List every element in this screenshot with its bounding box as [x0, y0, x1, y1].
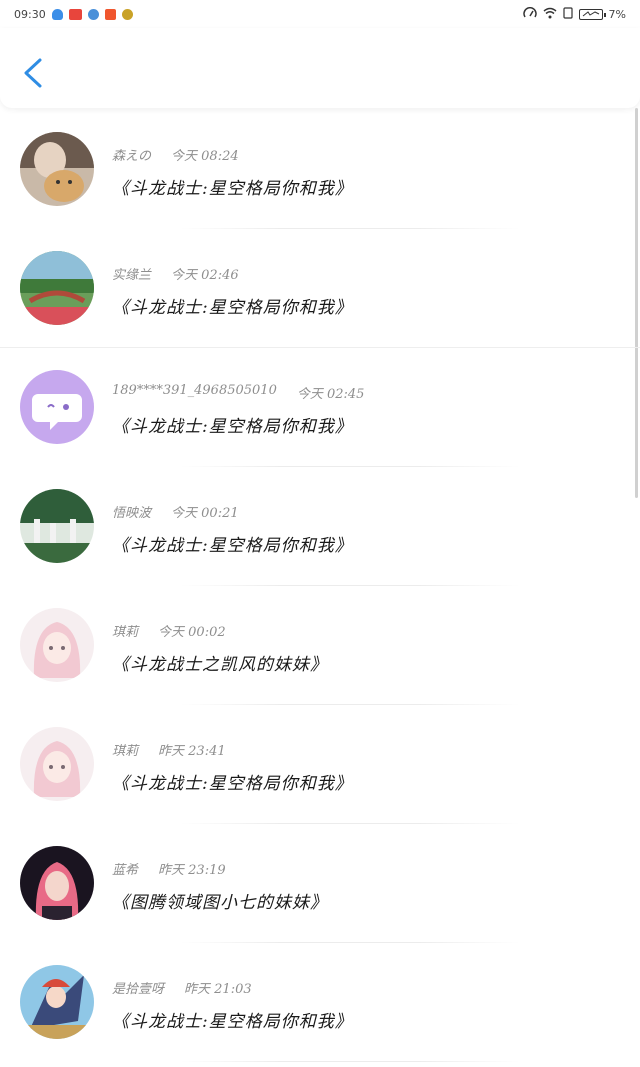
timestamp: 今天 08:24	[171, 149, 239, 164]
username: 是拾壹呀	[112, 982, 165, 997]
divider	[180, 942, 520, 943]
item-title: 《斗龙战士:星空格局你和我》	[112, 536, 353, 556]
red-app-icon	[68, 8, 82, 20]
timestamp: 昨天 23:19	[158, 863, 226, 878]
item-meta: 琪莉 昨天 23:41	[112, 740, 226, 759]
speedometer-icon	[522, 6, 537, 22]
avatar[interactable]	[20, 846, 94, 920]
top-bar	[0, 28, 640, 108]
divider	[0, 347, 640, 348]
status-right: 7%	[522, 6, 626, 22]
timestamp: 今天 02:46	[171, 268, 239, 283]
timestamp: 昨天 23:41	[158, 744, 226, 759]
avatar[interactable]	[20, 965, 94, 1039]
list-item[interactable]: 琪莉 昨天 23:41 《斗龙战士:星空格局你和我》	[0, 707, 640, 826]
item-title: 《斗龙战士:星空格局你和我》	[112, 1012, 353, 1032]
list-item[interactable]: 悟映波 今天 00:21 《斗龙战士:星空格局你和我》	[0, 469, 640, 588]
divider	[180, 1061, 520, 1062]
item-title: 《斗龙战士:星空格局你和我》	[112, 298, 353, 318]
item-title: 《斗龙战士:星空格局你和我》	[112, 417, 353, 437]
item-meta: 蓝希 昨天 23:19	[112, 859, 226, 878]
timestamp: 昨天 21:03	[184, 982, 252, 997]
list-item[interactable]: 189****391_4968505010 今天 02:45 《斗龙战士:星空格…	[0, 350, 640, 469]
username: 琪莉	[112, 744, 139, 759]
divider	[180, 466, 520, 467]
avatar[interactable]	[20, 727, 94, 801]
username: 蓝希	[112, 863, 139, 878]
battery-icon	[578, 8, 606, 20]
list-item[interactable]: 森えの 今天 08:24 《斗龙战士:星空格局你和我》	[0, 112, 640, 231]
chevron-left-icon	[24, 58, 42, 88]
battery-level: 7%	[608, 7, 626, 21]
shield-app-icon	[51, 8, 63, 20]
gold-app-icon	[121, 8, 133, 20]
username: 琪莉	[112, 625, 139, 640]
wifi-icon	[543, 7, 557, 22]
item-title: 《斗龙战士:星空格局你和我》	[112, 774, 353, 794]
timestamp: 今天 00:02	[158, 625, 226, 640]
avatar[interactable]	[20, 489, 94, 563]
timestamp: 今天 00:21	[171, 506, 239, 521]
username: 189****391_4968505010	[112, 383, 277, 398]
username: 实缘兰	[112, 268, 152, 283]
list-item[interactable]: 蓝希 昨天 23:19 《图腾领域图小七的妹妹》	[0, 826, 640, 945]
divider	[180, 585, 520, 586]
item-meta: 是拾壹呀 昨天 21:03	[112, 978, 252, 997]
timestamp: 今天 02:45	[296, 387, 365, 402]
orange-app-icon	[104, 8, 116, 20]
divider	[180, 704, 520, 705]
clock: 09:30	[14, 7, 46, 21]
username: 森えの	[112, 149, 152, 164]
divider	[180, 823, 520, 824]
item-title: 《图腾领域图小七的妹妹》	[112, 893, 328, 913]
list-item[interactable]: 琪莉 今天 00:02 《斗龙战士之凯风的妹妹》	[0, 588, 640, 707]
item-meta: 189****391_4968505010 今天 02:45	[112, 383, 364, 402]
avatar[interactable]	[20, 132, 94, 206]
item-title: 《斗龙战士之凯风的妹妹》	[112, 655, 328, 675]
list-item[interactable]: 是拾壹呀 昨天 21:03 《斗龙战士:星空格局你和我》	[0, 945, 640, 1064]
item-meta: 琪莉 今天 00:02	[112, 621, 226, 640]
avatar[interactable]	[20, 370, 94, 444]
divider	[180, 228, 520, 229]
browser-app-icon	[87, 8, 99, 20]
status-bar: 09:30 7%	[0, 0, 640, 28]
avatar[interactable]	[20, 251, 94, 325]
item-meta: 实缘兰 今天 02:46	[112, 264, 239, 283]
nfc-icon	[562, 6, 573, 22]
status-left: 09:30	[14, 8, 133, 21]
item-meta: 悟映波 今天 00:21	[112, 502, 239, 521]
item-meta: 森えの 今天 08:24	[112, 145, 239, 164]
list-item[interactable]: 实缘兰 今天 02:46 《斗龙战士:星空格局你和我》	[0, 231, 640, 350]
back-button[interactable]	[18, 56, 52, 90]
item-title: 《斗龙战士:星空格局你和我》	[112, 179, 353, 199]
username: 悟映波	[112, 506, 152, 521]
avatar[interactable]	[20, 608, 94, 682]
message-list: 森えの 今天 08:24 《斗龙战士:星空格局你和我》 实缘兰 今天 02:46…	[0, 112, 640, 1064]
